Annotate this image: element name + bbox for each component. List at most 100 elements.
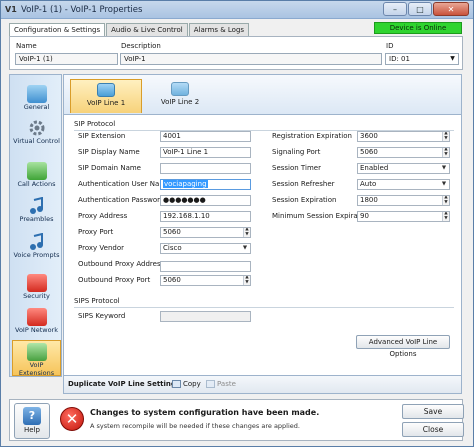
voip-network-icon xyxy=(26,308,47,326)
copy-icon xyxy=(172,380,181,388)
spinner-icon[interactable]: ▲ ▼ xyxy=(243,276,250,285)
nav-item-voice-prompts[interactable]: Voice Prompts xyxy=(12,231,61,267)
proxy-address-label: Proxy Address xyxy=(78,212,128,220)
copy-label: Copy xyxy=(183,380,201,388)
nav-item-call-actions[interactable]: Call Actions xyxy=(12,160,61,190)
left-navigation: General Virtual Control Call Actions Pre… xyxy=(9,74,62,377)
save-button[interactable]: Save xyxy=(402,404,464,419)
sip-extension-label: SIP Extension xyxy=(78,132,126,140)
outbound-proxy-port-input[interactable]: 5060 ▲ ▼ xyxy=(160,275,251,286)
tab-configuration-settings[interactable]: Configuration & Settings xyxy=(9,23,106,37)
registration-expiration-value: 3600 xyxy=(360,132,378,140)
voip-extensions-icon xyxy=(26,343,47,361)
close-button[interactable]: Close xyxy=(402,422,464,437)
properties-window: V1 VoIP-1 (1) - VoIP-1 Properties – □ ✕ … xyxy=(0,0,474,447)
session-expiration-input[interactable]: 1800 ▲ ▼ xyxy=(357,195,450,206)
nav-label: Preambles xyxy=(19,215,54,223)
tab-voip-line-1[interactable]: VoIP Line 1 xyxy=(70,79,142,113)
auth-password-input[interactable]: ●●●●●●● xyxy=(160,195,251,206)
nav-item-general[interactable]: General xyxy=(12,83,61,113)
nav-item-virtual-control[interactable]: Virtual Control xyxy=(12,117,61,155)
recompile-message: A system recompile will be needed if the… xyxy=(90,422,300,430)
general-icon xyxy=(26,85,47,103)
nav-item-security[interactable]: Security xyxy=(12,272,61,302)
spinner-icon[interactable]: ▲ ▼ xyxy=(442,212,449,221)
spinner-icon[interactable]: ▲ ▼ xyxy=(442,148,449,157)
auth-user-name-input[interactable]: vociapaging xyxy=(160,179,251,190)
signaling-port-input[interactable]: 5060 ▲ ▼ xyxy=(357,147,450,158)
nav-item-preambles[interactable]: Preambles xyxy=(12,195,61,225)
help-label: Help xyxy=(24,426,40,434)
nav-item-voip-network[interactable]: VoIP Network xyxy=(12,306,61,340)
maximize-button[interactable]: □ xyxy=(408,2,432,16)
advanced-voip-line-options-button[interactable]: Advanced VoIP Line Options xyxy=(356,335,450,358)
session-refresher-select[interactable]: Auto ▼ xyxy=(357,179,450,190)
auth-password-label: Authentication Password xyxy=(78,196,165,204)
help-button[interactable]: ? Help xyxy=(14,403,50,439)
error-icon: ✕ xyxy=(60,407,84,431)
auth-user-name-value: vociapaging xyxy=(163,180,208,188)
nav-item-voip-extensions[interactable]: VoIP Extensions xyxy=(12,340,61,376)
paste-button[interactable]: Paste xyxy=(206,380,236,388)
proxy-vendor-label: Proxy Vendor xyxy=(78,244,124,252)
registration-expiration-input[interactable]: 3600 ▲ ▼ xyxy=(357,131,450,142)
minimize-button[interactable]: – xyxy=(383,2,407,16)
sips-keyword-label: SIPS Keyword xyxy=(78,312,126,320)
close-window-button[interactable]: ✕ xyxy=(433,2,469,16)
signaling-port-label: Signaling Port xyxy=(272,148,321,156)
tab-voip-line-2[interactable]: VoIP Line 2 xyxy=(144,79,216,113)
paste-label: Paste xyxy=(217,380,236,388)
session-expiration-value: 1800 xyxy=(360,196,378,204)
sips-keyword-input[interactable] xyxy=(160,311,251,322)
session-timer-value: Enabled xyxy=(360,164,389,172)
id-value: ID: 01 xyxy=(389,55,410,63)
sip-extension-input[interactable]: 4001 xyxy=(160,131,251,142)
session-timer-select[interactable]: Enabled ▼ xyxy=(357,163,450,174)
outbound-proxy-address-input[interactable] xyxy=(160,261,251,272)
id-select[interactable]: ID: 01 ▼ xyxy=(385,53,459,65)
id-label: ID xyxy=(386,42,394,50)
app-icon: V1 xyxy=(5,5,17,14)
proxy-vendor-select[interactable]: Cisco ▼ xyxy=(160,243,251,254)
title-bar[interactable]: V1 VoIP-1 (1) - VoIP-1 Properties – □ ✕ xyxy=(1,1,473,19)
min-session-expiration-value: 90 xyxy=(360,212,369,220)
nav-label: Call Actions xyxy=(17,180,56,188)
spinner-icon[interactable]: ▲ ▼ xyxy=(442,196,449,205)
tab-alarms-logs[interactable]: Alarms & Logs xyxy=(188,23,250,36)
section-divider xyxy=(74,307,454,308)
chevron-down-icon: ▼ xyxy=(450,55,455,62)
min-session-expiration-input[interactable]: 90 ▲ ▼ xyxy=(357,211,450,222)
device-status-badge: Device is Online xyxy=(374,22,462,34)
proxy-port-input[interactable]: 5060 ▲ ▼ xyxy=(160,227,251,238)
sip-domain-name-input[interactable] xyxy=(160,163,251,174)
chevron-down-icon: ▼ xyxy=(242,245,248,251)
spinner-icon[interactable]: ▲ ▼ xyxy=(442,132,449,141)
window-title: VoIP-1 (1) - VoIP-1 Properties xyxy=(21,5,143,15)
voip-line-icon xyxy=(171,82,189,96)
sips-section-label: SIPS Protocol xyxy=(74,297,120,305)
copy-button[interactable]: Copy xyxy=(172,380,201,388)
outbound-proxy-address-label: Outbound Proxy Address xyxy=(78,260,165,268)
nav-label: Voice Prompts xyxy=(13,251,60,259)
nav-label: General xyxy=(23,103,50,111)
description-field[interactable]: VoIP-1 xyxy=(120,53,382,65)
spinner-icon[interactable]: ▲ ▼ xyxy=(243,228,250,237)
description-label: Description xyxy=(121,42,161,50)
tab-audio-live-control[interactable]: Audio & Live Control xyxy=(106,23,188,36)
nav-label: Security xyxy=(23,292,50,300)
signaling-port-value: 5060 xyxy=(360,148,378,156)
session-refresher-value: Auto xyxy=(360,180,377,188)
session-expiration-label: Session Expiration xyxy=(272,196,337,204)
sip-display-name-input[interactable]: VoIP-1 Line 1 xyxy=(160,147,251,158)
call-actions-icon xyxy=(26,162,47,180)
duplicate-settings-label: Duplicate VoIP Line Settings xyxy=(68,380,181,388)
name-label: Name xyxy=(16,42,37,50)
name-field[interactable]: VoIP-1 (1) xyxy=(15,53,118,65)
preambles-icon xyxy=(27,197,47,215)
registration-expiration-label: Registration Expiration xyxy=(272,132,352,140)
outbound-proxy-port-label: Outbound Proxy Port xyxy=(78,276,151,284)
nav-label: VoIP Network xyxy=(15,326,58,334)
top-tab-strip: Configuration & Settings Audio & Live Co… xyxy=(9,23,250,37)
proxy-address-input[interactable]: 192.168.1.10 xyxy=(160,211,251,222)
auth-user-name-label: Authentication User Name xyxy=(78,180,171,188)
